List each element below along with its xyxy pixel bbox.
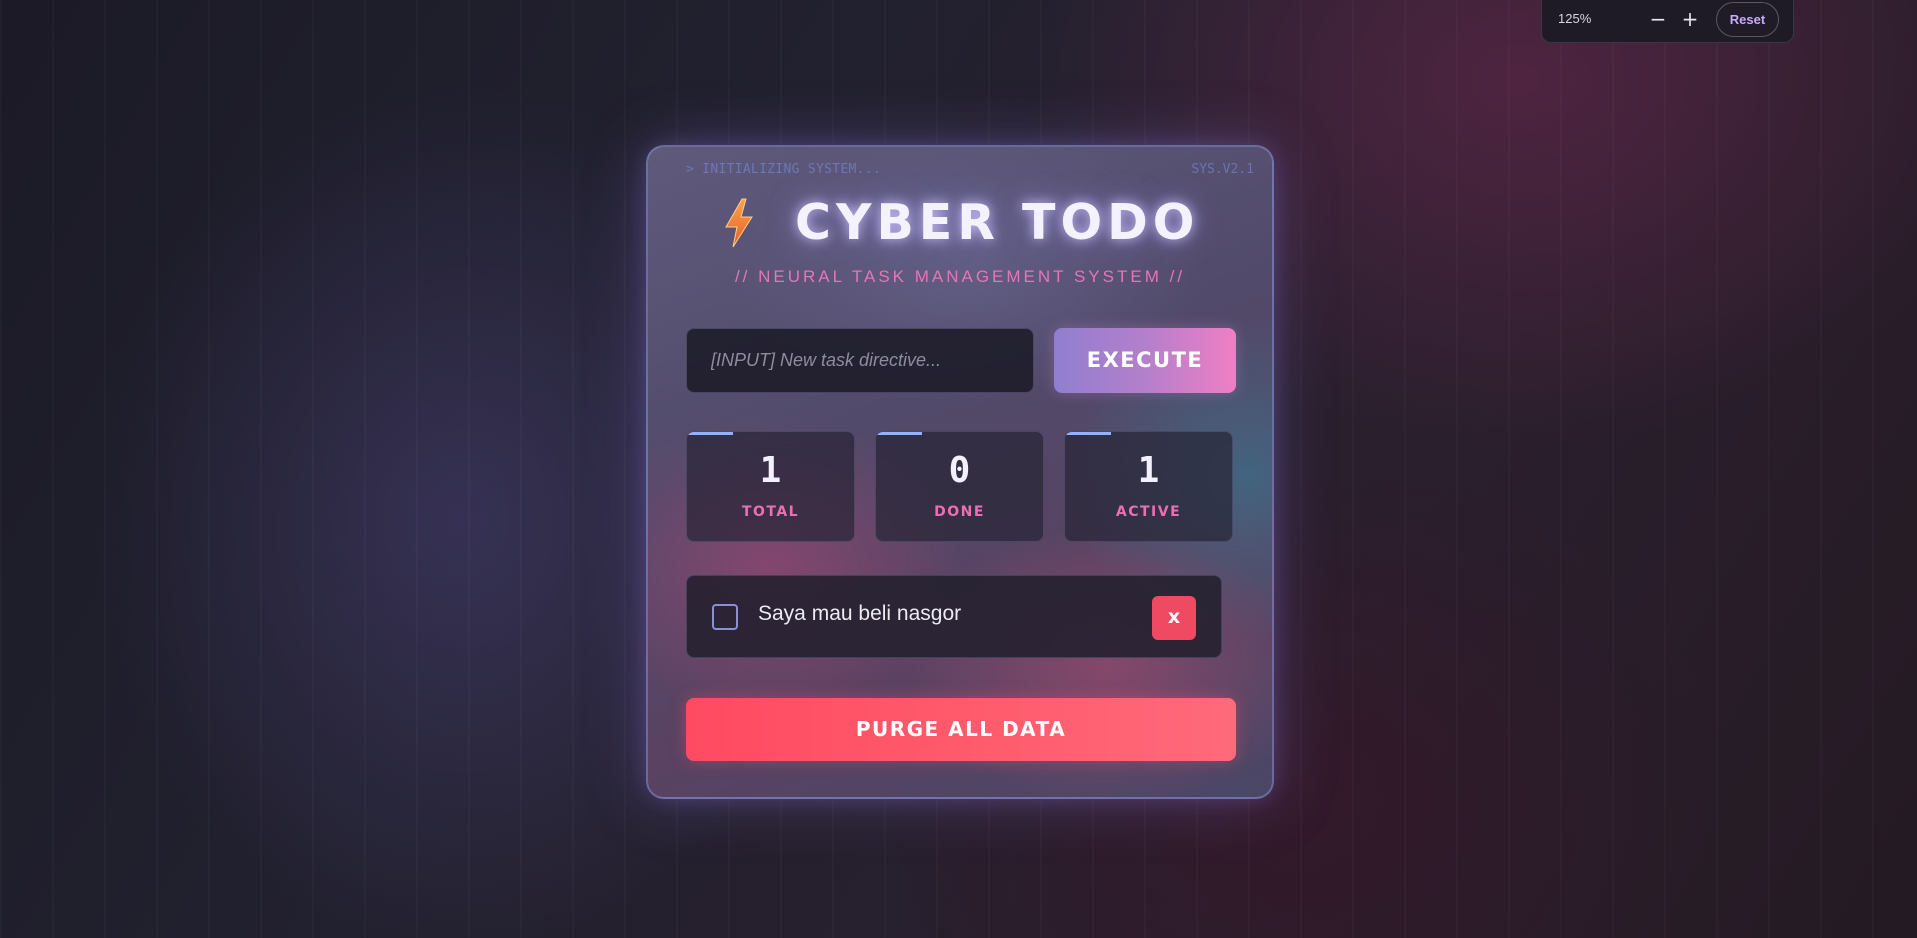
stat-done-value: 0 [948, 450, 971, 491]
system-version: SYS.V2.1 [1191, 162, 1254, 177]
zoom-in-button[interactable]: + [1677, 5, 1703, 33]
todo-checkbox[interactable] [712, 604, 738, 630]
zoom-level: 125% [1558, 11, 1592, 26]
task-input[interactable] [686, 328, 1034, 393]
execute-button[interactable]: EXECUTE [1054, 328, 1236, 393]
purge-all-button[interactable]: PURGE ALL DATA [686, 698, 1236, 761]
zoom-out-button[interactable]: − [1645, 5, 1671, 33]
stat-active-value: 1 [1137, 450, 1160, 491]
app-subtitle: // NEURAL TASK MANAGEMENT SYSTEM // [734, 267, 1186, 286]
stat-active-label: ACTIVE [1115, 504, 1182, 520]
stat-done: 0 DONE [875, 431, 1044, 542]
stat-done-label: DONE [934, 504, 985, 520]
zoom-control: 125% − + Reset [1541, 0, 1794, 43]
lightning-bolt-icon [722, 197, 756, 249]
stat-total-value: 1 [759, 450, 782, 491]
stat-active: 1 ACTIVE [1064, 431, 1233, 542]
system-status-text: > INITIALIZING SYSTEM... [686, 162, 882, 177]
title-row: CYBER TODO [648, 193, 1272, 253]
delete-todo-button[interactable]: x [1152, 596, 1196, 640]
stat-total: 1 TOTAL [686, 431, 855, 542]
zoom-reset-button[interactable]: Reset [1716, 2, 1779, 37]
todo-card: > INITIALIZING SYSTEM... SYS.V2.1 CYBER … [646, 145, 1274, 799]
todo-text: Saya mau beli nasgor [758, 602, 962, 625]
app-title: CYBER TODO [795, 194, 1200, 251]
stat-total-label: TOTAL [741, 504, 800, 520]
todo-item: Saya mau beli nasgor x [686, 575, 1222, 658]
